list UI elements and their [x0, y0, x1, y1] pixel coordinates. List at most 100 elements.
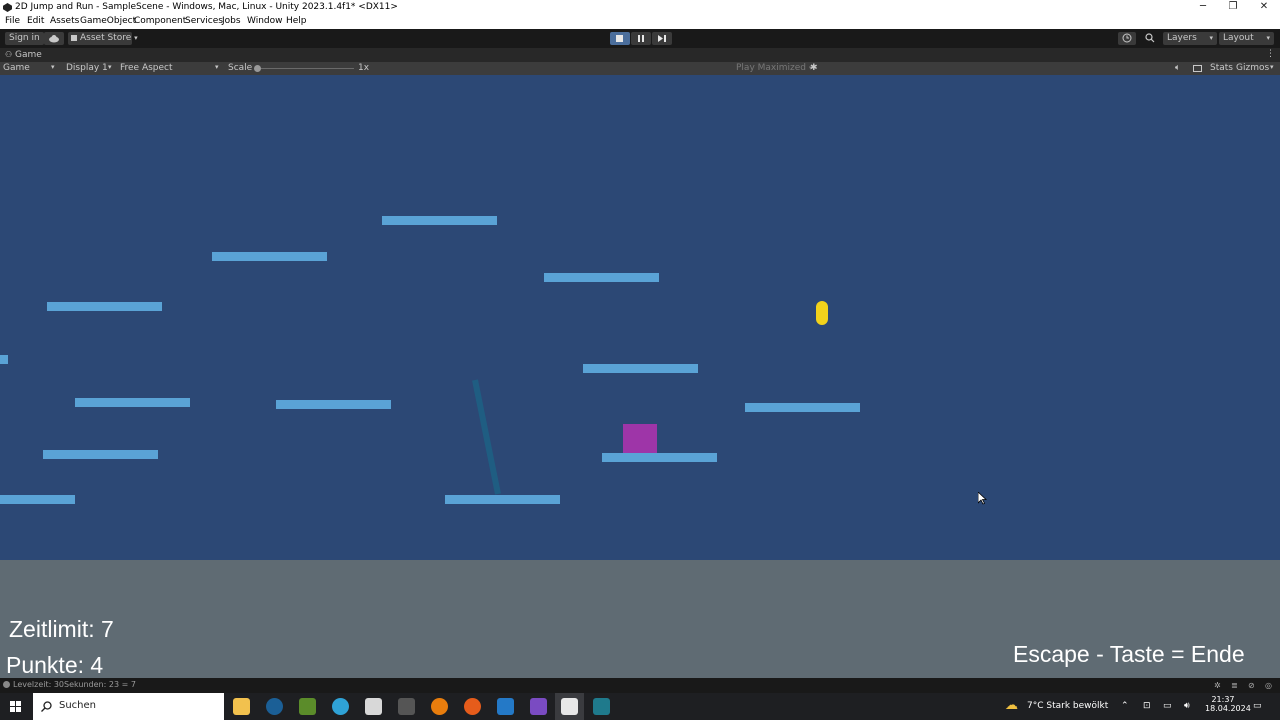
platform — [445, 495, 560, 504]
scale-slider-handle[interactable] — [254, 65, 261, 72]
minimize-button[interactable]: ─ — [1188, 0, 1218, 15]
search-icon — [41, 701, 52, 712]
play-mode-label: Play Maximized — [736, 63, 806, 73]
audio-icon[interactable]: 🔈︎ — [1175, 63, 1180, 73]
chevron-down-icon: ▾ — [108, 63, 112, 71]
display-dropdown[interactable]: Display 1 — [66, 63, 108, 73]
tab-game[interactable]: ⚇ Game — [5, 50, 42, 60]
pen-app-icon[interactable] — [299, 698, 316, 715]
gamepad-icon: ⚇ — [5, 50, 13, 59]
blender-icon[interactable] — [431, 698, 448, 715]
step-button[interactable] — [652, 32, 672, 45]
console-message[interactable]: Levelzeit: 30Sekunden: 23 = 7 — [13, 680, 136, 689]
history-button[interactable] — [1118, 32, 1136, 45]
gizmos-button[interactable]: Gizmos — [1236, 63, 1269, 73]
edge-icon[interactable] — [332, 698, 349, 715]
search-button[interactable] — [1141, 32, 1159, 45]
menu-gameobject[interactable]: GameObject — [80, 16, 136, 26]
clock-date: 18.04.2024 — [1205, 704, 1251, 713]
network-icon[interactable]: ⊘ — [1248, 681, 1255, 690]
menu-window[interactable]: Window — [247, 16, 283, 26]
close-button[interactable]: ✕ — [1249, 0, 1279, 15]
menu-help[interactable]: Help — [286, 16, 307, 26]
platform — [0, 355, 8, 364]
platform — [75, 398, 190, 407]
network-icon[interactable]: ▭ — [1163, 701, 1172, 711]
chevron-up-icon[interactable]: ⌃ — [1121, 701, 1129, 711]
check-icon[interactable]: ◎ — [1265, 681, 1272, 690]
menu-assets[interactable]: Assets — [50, 16, 79, 26]
bug-icon[interactable]: ✱ — [810, 63, 818, 73]
unity-icon — [3, 3, 12, 12]
status-bar: Levelzeit: 30Sekunden: 23 = 7 ✲ ≣ ⊘ ◎ — [0, 678, 1280, 693]
unity-editor-task[interactable] — [555, 693, 584, 720]
snipping-tool-icon[interactable] — [593, 698, 610, 715]
weather-text[interactable]: 7°C Stark bewölkt — [1027, 701, 1108, 711]
asset-store-button[interactable]: Asset Store ▾ — [68, 32, 138, 45]
keyboard-icon[interactable] — [1193, 65, 1202, 72]
aspect-dropdown[interactable]: Free Aspect — [120, 63, 173, 73]
notification-icon[interactable]: ▭ — [1253, 701, 1262, 711]
history-icon — [1122, 33, 1132, 43]
layers-dropdown[interactable]: Layers ▾ — [1163, 32, 1217, 45]
cloud-icon — [49, 35, 59, 43]
exit-hint-label: Escape - Taste = Ende — [1013, 641, 1245, 667]
store-bag-icon — [71, 35, 77, 41]
play-button[interactable] — [610, 32, 630, 45]
taskbar-search[interactable]: Suchen — [33, 693, 224, 720]
mouse-cursor-icon — [978, 492, 987, 505]
scale-slider[interactable] — [254, 65, 354, 72]
menu-jobs[interactable]: Jobs — [222, 16, 241, 26]
hud-panel: Zeitlimit: 7 Punkte: 4 Escape - Taste = … — [0, 560, 1280, 678]
view-label: Game — [3, 63, 30, 73]
vscode-icon[interactable] — [497, 698, 514, 715]
chevron-down-icon: ▾ — [51, 63, 55, 71]
menu-services[interactable]: Services — [185, 16, 223, 26]
chevron-down-icon: ▾ — [134, 34, 138, 42]
play-mode-dropdown[interactable]: Play Maximized ▾ — [736, 63, 812, 73]
clock[interactable]: 21:37 18.04.2024 — [1205, 695, 1251, 713]
chevron-down-icon[interactable]: ▾ — [1270, 63, 1274, 71]
visual-studio-icon[interactable] — [530, 698, 547, 715]
step-icon — [658, 35, 666, 42]
view-dropdown[interactable]: Game — [3, 63, 30, 73]
steam-icon[interactable] — [266, 698, 283, 715]
scale-label: Scale — [228, 63, 253, 73]
restore-button[interactable]: ❐ — [1218, 0, 1248, 15]
app-icon[interactable] — [398, 698, 415, 715]
file-explorer-icon[interactable] — [233, 698, 250, 715]
player-character — [623, 424, 657, 453]
score-label: Punkte: 4 — [6, 652, 104, 678]
windows-start-icon[interactable] — [10, 701, 21, 712]
window-title: 2D Jump and Run - SampleScene - Windows,… — [15, 2, 398, 12]
volume-icon[interactable]: 🔊︎ — [1184, 701, 1190, 711]
platform — [47, 302, 162, 311]
cloud-button[interactable] — [44, 32, 64, 45]
game-tab-header: ⚇ Game ⋮ — [0, 48, 1280, 62]
game-viewport[interactable] — [0, 75, 1280, 560]
sign-in-button[interactable]: Sign in — [5, 32, 44, 45]
more-menu-icon[interactable]: ⋮ — [1266, 49, 1275, 59]
stats-button[interactable]: Stats — [1210, 63, 1233, 73]
chevron-down-icon: ▾ — [1266, 34, 1270, 42]
unity-hub-icon[interactable] — [365, 698, 382, 715]
firefox-icon[interactable] — [464, 698, 481, 715]
platform — [583, 364, 698, 373]
menu-component[interactable]: Component — [134, 16, 186, 26]
title-bar: 2D Jump and Run - SampleScene - Windows,… — [0, 0, 1280, 15]
settings-icon[interactable]: ✲ — [1214, 681, 1221, 690]
chevron-down-icon: ▾ — [215, 63, 219, 71]
tab-game-label: Game — [15, 50, 42, 60]
menu-file[interactable]: File — [5, 16, 20, 26]
aspect-label: Free Aspect — [120, 63, 173, 73]
search-placeholder: Suchen — [59, 700, 97, 711]
app-tray-icon[interactable]: ⊡ — [1143, 701, 1151, 711]
platform — [0, 495, 75, 504]
pause-button[interactable] — [631, 32, 651, 45]
platform — [43, 450, 158, 459]
database-icon[interactable]: ≣ — [1231, 681, 1238, 690]
layout-dropdown[interactable]: Layout ▾ — [1219, 32, 1274, 45]
layout-label: Layout — [1223, 33, 1254, 43]
menu-edit[interactable]: Edit — [27, 16, 44, 26]
weather-icon[interactable]: ☁︎ — [1005, 698, 1018, 713]
